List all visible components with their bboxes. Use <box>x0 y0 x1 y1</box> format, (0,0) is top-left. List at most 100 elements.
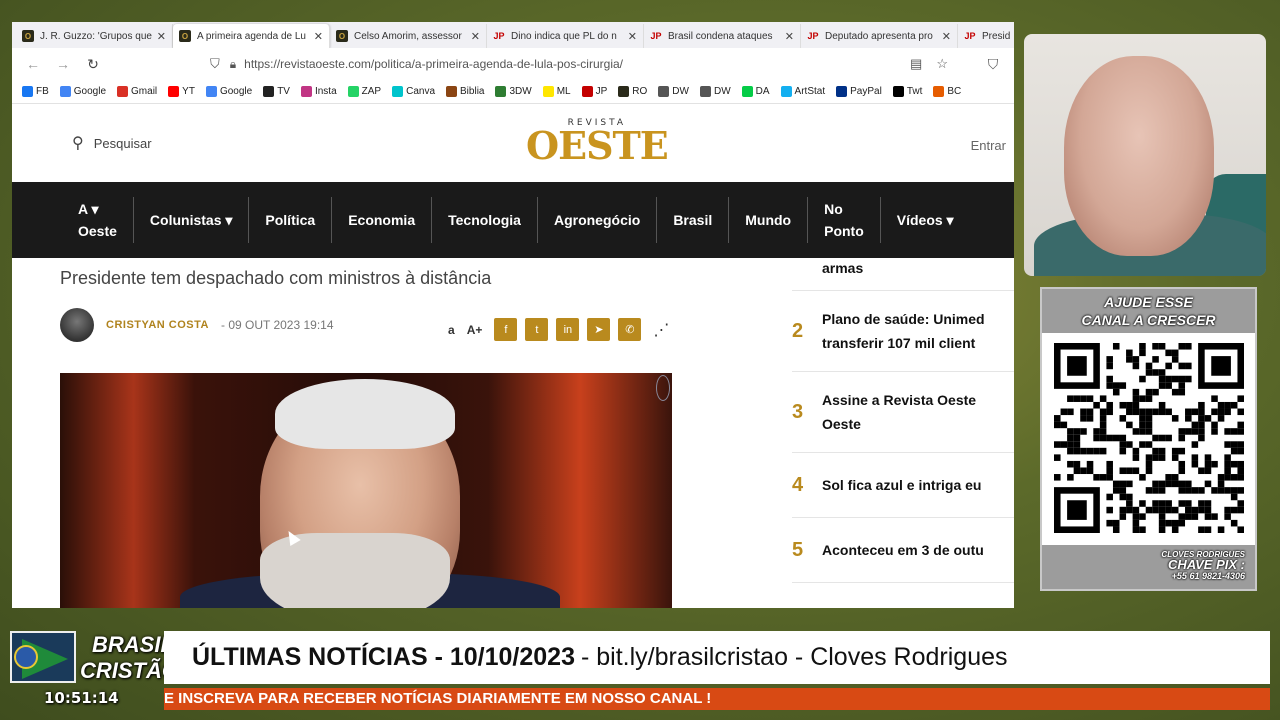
bookmark-label[interactable]: DW <box>714 86 731 97</box>
close-tab-icon[interactable]: ✕ <box>785 30 794 43</box>
bookmark-item[interactable]: Insta <box>300 86 337 97</box>
shield-icon[interactable]: ⛉ <box>210 56 220 72</box>
reader-view-icon[interactable]: ▤ <box>910 56 922 72</box>
browser-tab[interactable]: O A primeira agenda de Lu ✕ <box>173 24 330 48</box>
close-tab-icon[interactable]: ✕ <box>157 30 166 43</box>
bookmark-label[interactable]: JP <box>596 86 608 97</box>
tab-title[interactable]: J. R. Guzzo: 'Grupos que <box>40 31 153 42</box>
bookmark-label[interactable]: BC <box>947 86 961 97</box>
bookmark-label[interactable]: Biblia <box>460 86 484 97</box>
most-read-item[interactable]: 2 Plano de saúde: Unimed transferir 107 … <box>792 291 1014 372</box>
bookmark-item[interactable]: 3DW <box>495 86 532 97</box>
twitter-share-icon[interactable]: t <box>525 318 549 341</box>
menu-item[interactable]: Mundo <box>729 197 809 243</box>
whatsapp-share-icon[interactable]: ✆ <box>618 318 642 341</box>
close-tab-icon[interactable]: ✕ <box>314 30 323 43</box>
tab-title[interactable]: A primeira agenda de Lu <box>197 31 310 42</box>
url-bar[interactable]: ⛉ 🔒︎ https://revistaoeste.com/politica/a… <box>202 51 956 77</box>
text-larger-button[interactable]: A+ <box>467 323 483 337</box>
bookmark-item[interactable]: FB <box>22 86 49 97</box>
login-link[interactable]: Entrar <box>971 138 1006 153</box>
browser-tab[interactable]: JP Dino indica que PL do n ✕ <box>487 24 644 48</box>
browser-tab[interactable]: JP Presid ✕ <box>958 24 1014 48</box>
bookmark-item[interactable]: DW <box>699 86 731 97</box>
share-icon[interactable]: ⋰ <box>653 320 669 340</box>
close-tab-icon[interactable]: ✕ <box>942 30 951 43</box>
bookmark-item[interactable]: RO <box>618 86 647 97</box>
bookmark-label[interactable]: ZAP <box>362 86 381 97</box>
reload-icon[interactable]: ↻ <box>82 56 104 73</box>
bookmark-item[interactable]: Canva <box>392 86 435 97</box>
tab-title[interactable]: Deputado apresenta pro <box>825 31 938 42</box>
bookmark-label[interactable]: Google <box>220 86 252 97</box>
bookmark-star-icon[interactable]: ☆ <box>936 56 948 72</box>
site-logo[interactable]: REVISTA OESTE <box>526 118 669 165</box>
menu-item[interactable]: Vídeos ▾ <box>881 197 970 243</box>
bookmark-item[interactable]: Google <box>205 86 252 97</box>
menu-item[interactable]: No Ponto <box>808 197 881 243</box>
bookmark-label[interactable]: Google <box>74 86 106 97</box>
text-smaller-button[interactable]: a <box>448 323 455 337</box>
lock-icon[interactable]: 🔒︎ <box>230 57 236 72</box>
menu-item[interactable]: Economia <box>332 197 433 243</box>
search-label[interactable]: Pesquisar <box>94 136 152 151</box>
browser-tab[interactable]: O Celso Amorim, assessor ✕ <box>330 24 487 48</box>
bookmark-item[interactable]: Biblia <box>446 86 484 97</box>
close-tab-icon[interactable]: ✕ <box>471 30 480 43</box>
close-tab-icon[interactable]: ✕ <box>628 30 637 43</box>
menu-item[interactable]: Tecnologia <box>432 197 538 243</box>
tab-title[interactable]: Celso Amorim, assessor <box>354 31 467 42</box>
browser-tab[interactable]: JP Deputado apresenta pro ✕ <box>801 24 958 48</box>
bookmark-item[interactable]: DW <box>658 86 689 97</box>
menu-item[interactable]: Agronegócio <box>538 197 658 243</box>
bookmark-item[interactable]: YT <box>168 86 195 97</box>
bookmark-label[interactable]: DA <box>756 86 770 97</box>
pocket-icon[interactable]: ⛉ <box>982 56 1004 73</box>
author-name[interactable]: CRISTYAN COSTA <box>106 319 209 331</box>
tab-title[interactable]: Brasil condena ataques <box>668 31 781 42</box>
search-icon[interactable]: ⚲ <box>72 133 84 153</box>
bookmark-item[interactable]: PayPal <box>836 86 882 97</box>
most-read-item[interactable]: 5 Aconteceu em 3 de outu <box>792 518 1014 583</box>
most-read-title[interactable]: Plano de saúde: Unimed transferir 107 mi… <box>822 307 985 355</box>
author-avatar[interactable] <box>60 308 94 342</box>
forward-icon[interactable]: → <box>52 56 74 72</box>
bookmark-item[interactable]: ML <box>542 86 571 97</box>
bookmark-label[interactable]: ML <box>557 86 571 97</box>
telegram-share-icon[interactable]: ➤ <box>587 318 611 341</box>
menu-item[interactable]: Colunistas ▾ <box>134 197 250 243</box>
bookmark-label[interactable]: TV <box>277 86 290 97</box>
most-read-item[interactable]: 3 Assine a Revista Oeste Oeste <box>792 372 1014 453</box>
bookmark-item[interactable]: DA <box>741 86 770 97</box>
bookmark-label[interactable]: 3DW <box>509 86 531 97</box>
bookmark-item[interactable]: BC <box>933 86 961 97</box>
menu-item[interactable]: A ▾ Oeste <box>62 197 134 243</box>
bookmark-label[interactable]: RO <box>632 86 647 97</box>
bookmark-item[interactable]: ZAP <box>347 86 381 97</box>
bookmark-item[interactable]: Google <box>59 86 106 97</box>
most-read-title[interactable]: Assine a Revista Oeste Oeste <box>822 388 976 436</box>
bookmark-label[interactable]: PayPal <box>850 86 882 97</box>
site-search[interactable]: ⚲ Pesquisar <box>72 133 152 153</box>
bookmark-label[interactable]: DW <box>672 86 689 97</box>
most-read-prev-tail[interactable]: armas <box>792 261 1014 291</box>
bookmark-label[interactable]: FB <box>36 86 49 97</box>
most-read-title[interactable]: Aconteceu em 3 de outu <box>822 538 984 562</box>
most-read-item[interactable]: 4 Sol fica azul e intriga eu <box>792 453 1014 518</box>
bookmark-label[interactable]: Canva <box>406 86 435 97</box>
browser-tab[interactable]: O J. R. Guzzo: 'Grupos que ✕ <box>16 24 173 48</box>
back-icon[interactable]: ← <box>22 56 44 72</box>
most-read-title[interactable]: Sol fica azul e intriga eu <box>822 473 981 497</box>
facebook-share-icon[interactable]: f <box>494 318 518 341</box>
browser-tab[interactable]: JP Brasil condena ataques ✕ <box>644 24 801 48</box>
tab-title[interactable]: Presid <box>982 31 1014 42</box>
bookmark-label[interactable]: Gmail <box>131 86 157 97</box>
menu-item[interactable]: Brasil <box>657 197 730 243</box>
bookmark-item[interactable]: TV <box>263 86 290 97</box>
linkedin-share-icon[interactable]: in <box>556 318 580 341</box>
bookmark-label[interactable]: Twt <box>907 86 923 97</box>
menu-item[interactable]: Política <box>249 197 333 243</box>
bookmark-item[interactable]: JP <box>581 86 608 97</box>
bookmark-label[interactable]: ArtStat <box>795 86 826 97</box>
bookmark-label[interactable]: Insta <box>315 86 337 97</box>
